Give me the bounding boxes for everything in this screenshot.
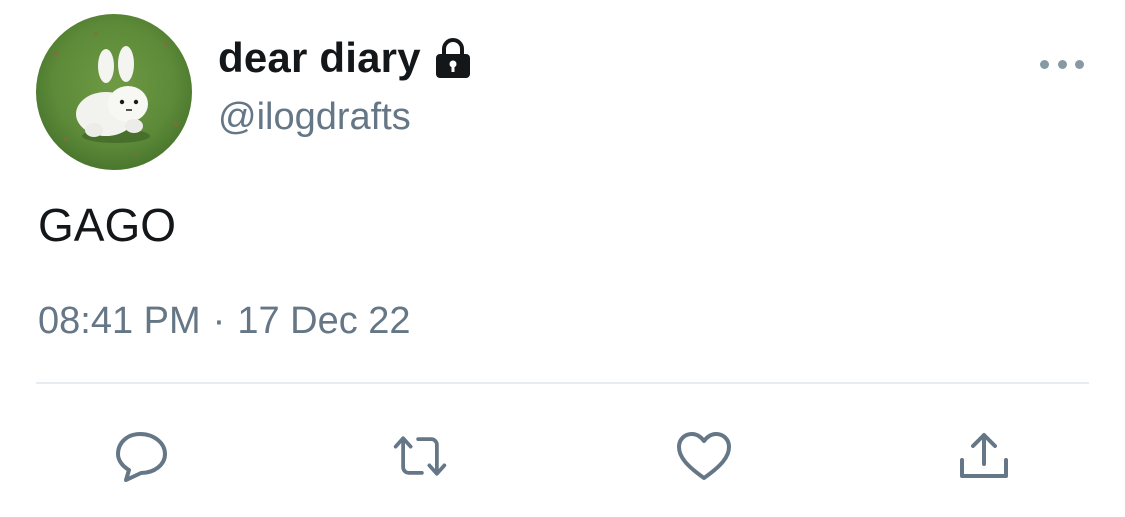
timestamp-separator: ·: [212, 300, 226, 342]
tweet-text: GAGO: [38, 199, 177, 251]
share-button[interactable]: [954, 428, 1014, 484]
reply-icon: [116, 432, 167, 482]
avatar-image: [36, 14, 192, 170]
more-dot: [1075, 59, 1084, 69]
user-handle[interactable]: @ilogdrafts: [218, 96, 411, 139]
display-name[interactable]: dear diary: [218, 34, 421, 82]
more-options-button[interactable]: [1040, 52, 1084, 76]
heart-icon: [677, 432, 731, 480]
avatar[interactable]: [36, 14, 192, 170]
lock-icon: [433, 36, 473, 80]
retweet-button[interactable]: [390, 428, 450, 484]
divider: [36, 382, 1089, 384]
tweet-time: 08:41 PM: [38, 300, 201, 342]
tweet-timestamp: 08:41 PM · 17 Dec 22: [38, 300, 411, 343]
share-icon: [960, 433, 1008, 478]
tweet-date: 17 Dec 22: [237, 300, 411, 342]
user-info: dear diary: [218, 30, 473, 86]
like-button[interactable]: [674, 428, 734, 484]
retweet-icon: [393, 436, 447, 476]
reply-button[interactable]: [112, 428, 172, 484]
more-dot: [1057, 59, 1067, 69]
more-horizontal-icon: [1040, 59, 1049, 69]
